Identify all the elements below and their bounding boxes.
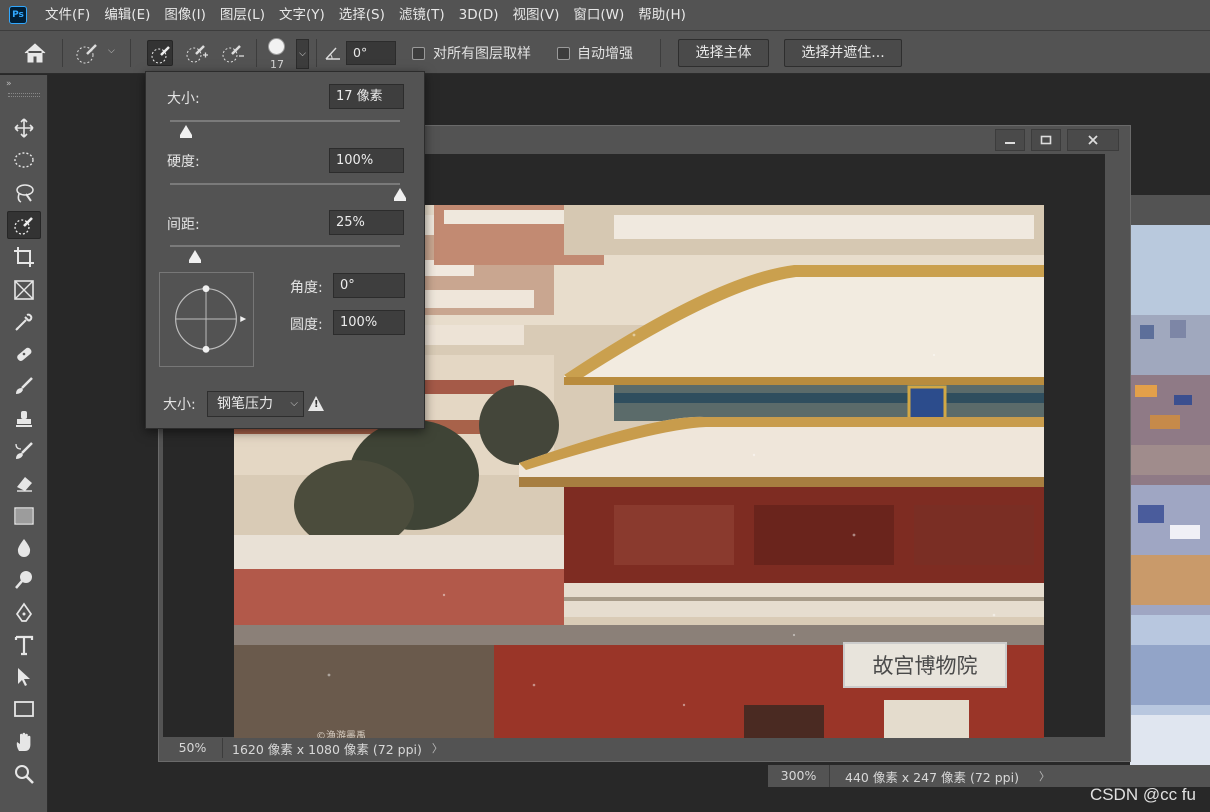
hardness-slider-track[interactable] bbox=[170, 183, 400, 185]
spacing-label: 间距: bbox=[167, 217, 200, 233]
home-icon[interactable] bbox=[22, 41, 48, 65]
brush-preview-icon[interactable] bbox=[268, 38, 285, 55]
options-bar: ⌵ 17 ⌵ 0° 对所有图层取样 自动增强 选择主体 选择并遮住... bbox=[0, 30, 1210, 74]
tool-preset-picker-icon[interactable] bbox=[74, 40, 100, 66]
hardness-slider-handle[interactable] bbox=[394, 188, 406, 201]
size-slider-handle[interactable] bbox=[180, 125, 193, 138]
new-selection-icon[interactable] bbox=[147, 40, 173, 66]
select-subject-button[interactable]: 选择主体 bbox=[678, 39, 769, 67]
type-icon[interactable] bbox=[7, 631, 41, 659]
menu-item[interactable]: 编辑(E) bbox=[97, 0, 157, 30]
history-brush-icon[interactable] bbox=[7, 437, 41, 465]
healing-brush-icon[interactable] bbox=[7, 340, 41, 368]
warning-icon: ! bbox=[308, 396, 324, 411]
size-label: 大小: bbox=[167, 91, 200, 107]
eyedropper-icon[interactable] bbox=[7, 308, 41, 336]
roundness-label: 圆度: bbox=[290, 317, 323, 333]
panel-collapse-icon[interactable]: » bbox=[6, 79, 42, 89]
chevron-right-icon[interactable]: 〉 bbox=[432, 740, 443, 756]
blur-icon[interactable] bbox=[7, 534, 41, 562]
brush-tip-preview[interactable] bbox=[159, 272, 254, 367]
size-slider-track[interactable] bbox=[170, 120, 400, 122]
brush-size-readout: 17 bbox=[270, 58, 284, 71]
frame-icon[interactable] bbox=[7, 276, 41, 304]
hardness-input[interactable]: 100% bbox=[329, 148, 404, 173]
menu-item[interactable]: 选择(S) bbox=[332, 0, 392, 30]
add-to-selection-icon[interactable] bbox=[183, 40, 209, 66]
pressure-select[interactable]: 钢笔压力 ⌵ bbox=[207, 391, 304, 417]
chevron-right-icon[interactable]: 〉 bbox=[1039, 768, 1050, 784]
photo-plaque-text: 故宫博物院 bbox=[873, 654, 978, 678]
quick-selection-icon[interactable] bbox=[7, 210, 41, 239]
menu-item[interactable]: 3D(D) bbox=[452, 0, 506, 30]
document-status-bar: 50% 1620 像素 x 1080 像素 (72 ppi) 〉 bbox=[163, 738, 1109, 758]
pressure-select-value: 钢笔压力 bbox=[217, 396, 273, 412]
menu-list: 文件(F) 编辑(E) 图像(I) 图层(L) 文字(Y) 选择(S) 滤镜(T) 3D(D)… bbox=[38, 0, 693, 30]
chevron-down-icon: ⌵ bbox=[290, 398, 298, 409]
menu-item[interactable]: 图像(I) bbox=[157, 0, 213, 30]
lasso-icon[interactable] bbox=[7, 179, 41, 207]
brush-picker-dropdown[interactable]: ⌵ bbox=[296, 39, 309, 69]
brush-icon[interactable] bbox=[7, 372, 41, 400]
auto-enhance-label: 自动增强 bbox=[577, 46, 633, 62]
spacing-slider-track[interactable] bbox=[170, 245, 400, 247]
menu-bar: Ps 文件(F) 编辑(E) 图像(I) 图层(L) 文字(Y) 选择(S) 滤镜(T) 3D… bbox=[0, 0, 1210, 30]
spacing-slider-handle[interactable] bbox=[189, 250, 202, 263]
photoshop-logo: Ps bbox=[9, 6, 27, 24]
second-document-info: 440 像素 x 247 像素 (72 ppi) bbox=[845, 769, 1019, 785]
pressure-size-label: 大小: bbox=[163, 397, 196, 413]
menu-item[interactable]: 图层(L) bbox=[213, 0, 272, 30]
watermark-text: CSDN @cc fu bbox=[1089, 785, 1196, 804]
elliptical-marquee-icon[interactable] bbox=[7, 146, 41, 174]
document-info: 1620 像素 x 1080 像素 (72 ppi) bbox=[232, 741, 422, 757]
menu-item[interactable]: 文件(F) bbox=[38, 0, 97, 30]
sample-all-layers-label: 对所有图层取样 bbox=[433, 46, 531, 62]
second-document-status-bar: 300% 440 像素 x 247 像素 (72 ppi) 〉 bbox=[768, 765, 1210, 787]
vertical-scrollbar[interactable] bbox=[1106, 154, 1126, 737]
menu-item[interactable]: 窗口(W) bbox=[566, 0, 631, 30]
second-document-canvas[interactable] bbox=[1130, 225, 1210, 765]
subtract-from-selection-icon[interactable] bbox=[219, 40, 245, 66]
menu-item[interactable]: 文字(Y) bbox=[272, 0, 332, 30]
second-document-window[interactable] bbox=[1130, 195, 1210, 767]
move-icon[interactable] bbox=[7, 114, 41, 142]
path-selection-icon[interactable] bbox=[7, 663, 41, 691]
maximize-button[interactable] bbox=[1031, 129, 1061, 151]
chevron-down-icon[interactable]: ⌵ bbox=[108, 46, 115, 56]
size-input[interactable]: 17 像素 bbox=[329, 84, 404, 109]
dodge-icon[interactable] bbox=[7, 566, 41, 594]
panel-grip-icon[interactable] bbox=[8, 93, 40, 97]
angle-input[interactable]: 0° bbox=[346, 41, 396, 65]
zoom-readout[interactable]: 50% bbox=[163, 738, 223, 758]
select-and-mask-button[interactable]: 选择并遮住... bbox=[784, 39, 902, 67]
angle-input-panel[interactable]: 0° bbox=[333, 273, 405, 298]
clone-stamp-icon[interactable] bbox=[7, 405, 41, 433]
rectangle-icon[interactable] bbox=[7, 695, 41, 723]
angle-icon bbox=[324, 45, 342, 65]
auto-enhance-checkbox[interactable] bbox=[557, 47, 570, 60]
zoom-icon[interactable] bbox=[7, 760, 41, 788]
brush-settings-panel: 大小: 17 像素 硬度: 100% 间距: 25% 角度: 0° 圆度: 10… bbox=[145, 71, 425, 429]
eraser-icon[interactable] bbox=[7, 469, 41, 497]
angle-label: 角度: bbox=[290, 280, 323, 296]
second-zoom-readout[interactable]: 300% bbox=[768, 765, 830, 787]
menu-item[interactable]: 滤镜(T) bbox=[392, 0, 452, 30]
menu-item[interactable]: 帮助(H) bbox=[631, 0, 693, 30]
sample-all-layers-checkbox[interactable] bbox=[412, 47, 425, 60]
roundness-input[interactable]: 100% bbox=[333, 310, 405, 335]
gradient-icon[interactable] bbox=[7, 502, 41, 530]
minimize-button[interactable] bbox=[995, 129, 1025, 151]
menu-item[interactable]: 视图(V) bbox=[506, 0, 567, 30]
crop-icon[interactable] bbox=[7, 243, 41, 271]
pen-icon[interactable] bbox=[7, 599, 41, 627]
hardness-label: 硬度: bbox=[167, 154, 200, 170]
tools-panel: » bbox=[0, 75, 48, 812]
close-button[interactable] bbox=[1067, 129, 1119, 151]
spacing-input[interactable]: 25% bbox=[329, 210, 404, 235]
hand-icon[interactable] bbox=[7, 728, 41, 756]
